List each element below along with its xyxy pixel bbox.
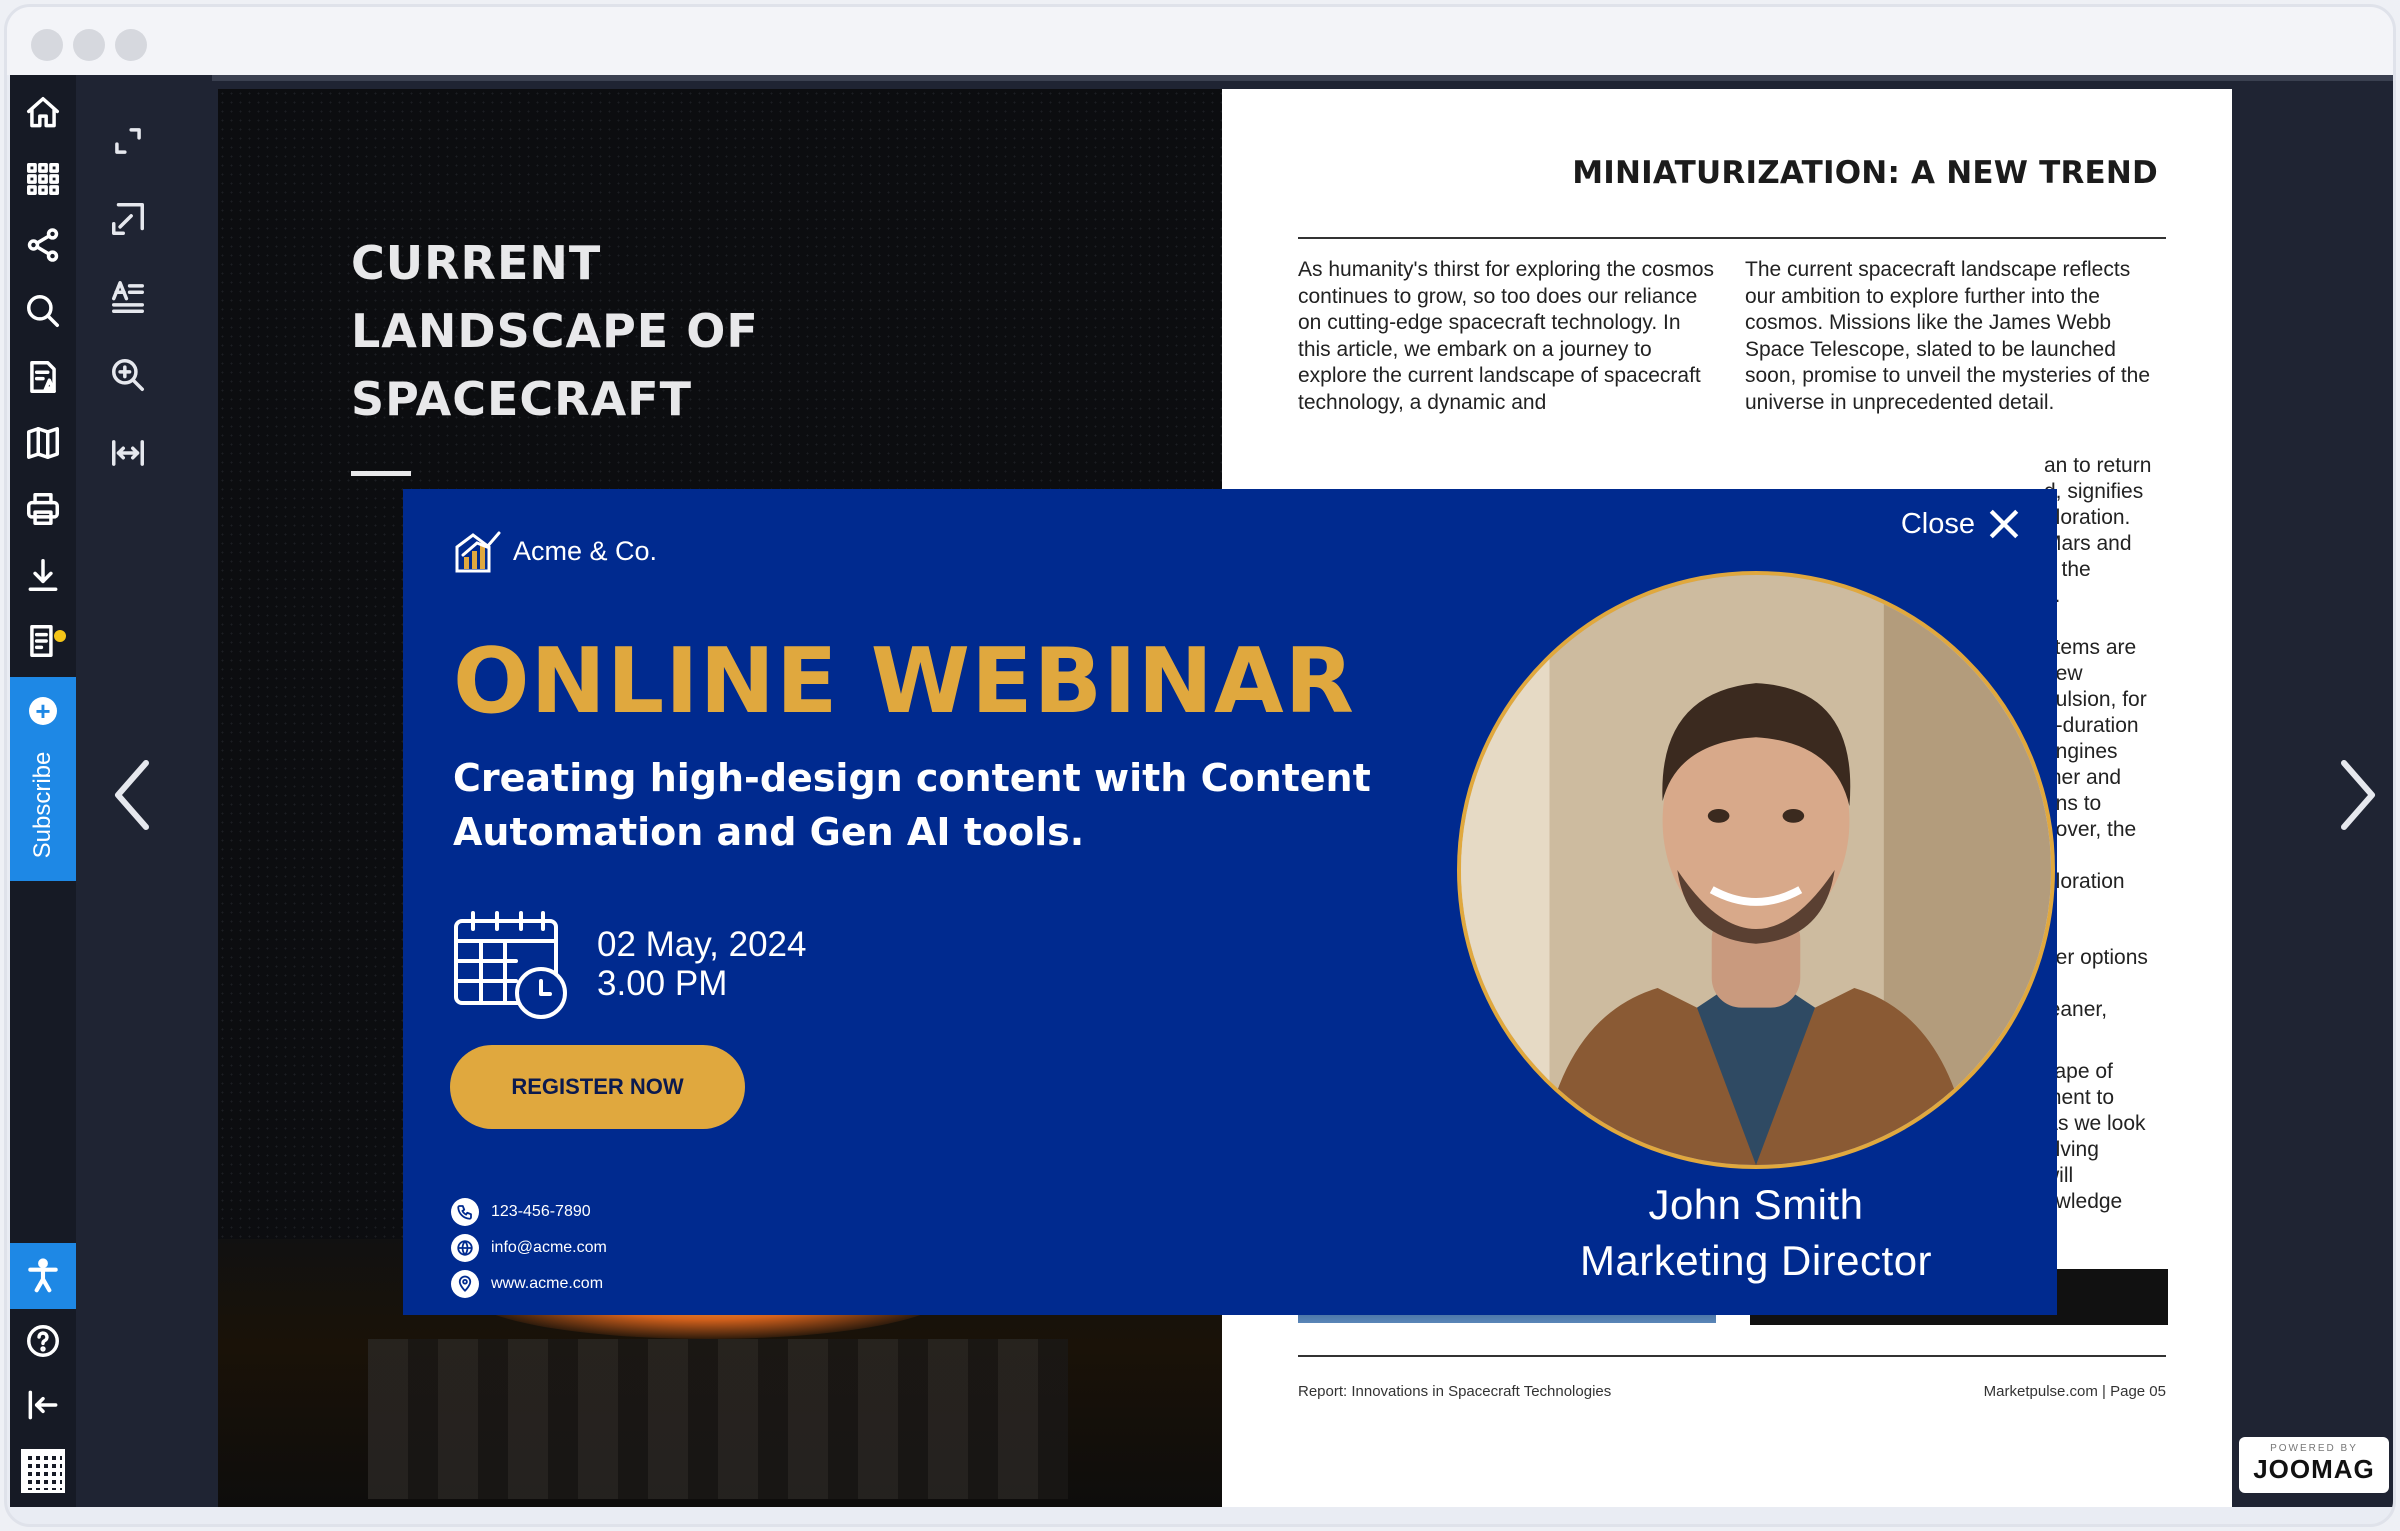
company-name: Acme & Co. (513, 535, 658, 566)
speaker-illustration (1461, 575, 2051, 1165)
search-icon[interactable] (19, 287, 67, 335)
window-control-close[interactable] (31, 29, 63, 61)
joomag-badge[interactable]: POWERED BY JOOMAG (2239, 1437, 2389, 1493)
webinar-subtitle: Creating high-design content with Conten… (453, 756, 1371, 854)
print-icon[interactable] (19, 485, 67, 533)
chevron-right-icon (2341, 760, 2375, 830)
subscribe-button[interactable]: + Subscribe (10, 677, 76, 881)
webinar-date: 02 May, 2024 (597, 925, 807, 964)
window-control-minimize[interactable] (73, 29, 105, 61)
title-bar (7, 7, 2393, 75)
book-icon[interactable] (19, 419, 67, 467)
zoom-in-icon[interactable] (104, 351, 152, 399)
article-heading: MINIATURIZATION: A NEW TREND (1572, 155, 2158, 191)
previous-page-arrow[interactable] (106, 755, 166, 835)
contact-list: 123-456-7890 info@acme.com www.acme.com (451, 1194, 607, 1302)
company-logo: Acme & Co. (451, 525, 657, 577)
collapse-icon[interactable] (19, 1381, 67, 1429)
email-address[interactable]: info@acme.com (491, 1239, 607, 1257)
location-pin-icon (451, 1270, 479, 1298)
fit-width-icon[interactable] (104, 429, 152, 477)
qr-code-icon[interactable] (21, 1449, 65, 1493)
footer-report-title: Report: Innovations in Spacecraft Techno… (1298, 1383, 1612, 1400)
webinar-headline: ONLINE WEBINAR (453, 629, 1355, 734)
plus-icon: + (29, 697, 57, 725)
powered-by-label: POWERED BY (2270, 1443, 2358, 1454)
article-fragment: stems are (2044, 636, 2137, 659)
calendar-clock-icon (453, 909, 569, 1021)
register-now-button[interactable]: REGISTER NOW (450, 1045, 745, 1129)
contact-phone: 123-456-7890 (451, 1194, 607, 1230)
article-column-1: As humanity's thirst for exploring the c… (1298, 258, 1715, 414)
globe-icon (451, 1234, 479, 1262)
speaker-photo (1457, 571, 2055, 1169)
text-icon[interactable] (19, 353, 67, 401)
speaker-info: John Smith Marketing Director (1443, 1177, 2057, 1289)
website-url[interactable]: www.acme.com (491, 1275, 603, 1293)
article-fragment: Mars and (2044, 532, 2132, 555)
article-fragment: eover, the (2044, 818, 2137, 841)
subscribe-label: Subscribe (29, 751, 56, 859)
article-fragment: g-duration (2044, 714, 2139, 737)
webinar-popup: Acme & Co. Close ONLINE WEBINAR Creating… (403, 489, 2057, 1315)
reading-progress-bar (76, 75, 2393, 81)
title-divider (351, 471, 411, 476)
close-icon (1989, 509, 2019, 539)
accessibility-button[interactable] (10, 1243, 76, 1309)
heading-divider (1298, 237, 2166, 239)
webinar-time: 3.00 PM (597, 964, 728, 1003)
article-fragment: an to return (2044, 454, 2152, 477)
share-icon[interactable] (19, 221, 67, 269)
article-column-2: The current spacecraft landscape reflect… (1745, 258, 2151, 414)
download-icon[interactable] (19, 551, 67, 599)
chevron-left-icon (115, 760, 149, 830)
footer-divider (1298, 1355, 2166, 1357)
article-fragment: d, signifies (2044, 480, 2144, 503)
contact-website: www.acme.com (451, 1266, 607, 1302)
phone-number: 123-456-7890 (491, 1203, 591, 1220)
article-fragment: pulsion, for (2044, 688, 2147, 711)
page-title: CURRENT LANDSCAPE OF SPACECRAFT (351, 236, 759, 426)
logo-icon (455, 531, 501, 573)
browser-window: + Subscribe CURRENT LANDSCAPE OF SPACECR… (4, 4, 2396, 1527)
accessibility-icon (28, 1258, 58, 1293)
speaker-title: Marketing Director (1579, 1237, 1933, 1284)
phone-icon (451, 1198, 479, 1226)
article-fragment: As we look (2044, 1112, 2146, 1135)
speaker-name: John Smith (1648, 1181, 1864, 1228)
joomag-logo: JOOMAG (2253, 1454, 2375, 1484)
main-sidebar: + Subscribe (10, 75, 76, 1507)
fullscreen-icon[interactable] (104, 117, 152, 165)
window-control-maximize[interactable] (115, 29, 147, 61)
close-button[interactable]: Close (1901, 507, 2021, 541)
help-icon[interactable] (19, 1317, 67, 1365)
article-fragment: her options (2044, 946, 2148, 969)
next-page-arrow[interactable] (2324, 755, 2384, 835)
flipbook-viewer: + Subscribe CURRENT LANDSCAPE OF SPACECR… (10, 75, 2393, 1507)
notification-dot (54, 630, 66, 642)
close-label: Close (1900, 507, 1975, 540)
grid-icon[interactable] (19, 155, 67, 203)
footer-page-number: Marketpulse.com | Page 05 (1983, 1383, 2166, 1400)
contact-email: info@acme.com (451, 1230, 607, 1266)
home-icon[interactable] (19, 89, 67, 137)
webinar-datetime: 02 May, 2024 3.00 PM (597, 925, 807, 1003)
text-mode-icon[interactable] (104, 273, 152, 321)
crop-icon[interactable] (104, 195, 152, 243)
